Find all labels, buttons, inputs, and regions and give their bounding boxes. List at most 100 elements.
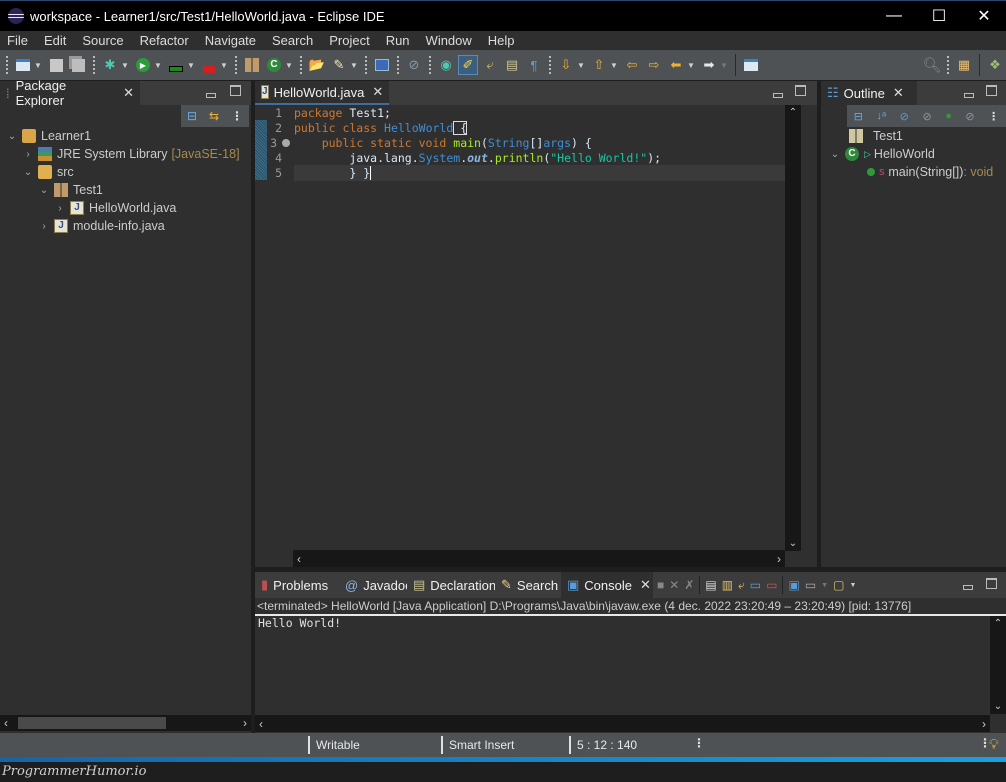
maximize-icon[interactable] [230,85,241,99]
menu-run[interactable]: Run [378,33,418,48]
new-class-dropdown-icon[interactable]: ▼ [285,61,293,70]
coverage-icon[interactable] [166,55,186,75]
link-with-editor-icon[interactable]: ⇆ [209,109,219,123]
debug-icon[interactable]: ✱ [100,55,120,75]
maximize-button[interactable]: ☐ [916,1,962,31]
hide-local-types-icon[interactable]: ⊘ [965,110,974,123]
close-icon[interactable]: ✕ [372,84,383,100]
console-output[interactable]: Hello World! [258,616,341,631]
menu-edit[interactable]: Edit [36,33,74,48]
editor-horizontal-scrollbar[interactable]: ‹ › [293,550,785,567]
outline-item-method[interactable]: S main(String[]) : void [867,163,993,181]
new-dropdown-icon[interactable]: ▼ [34,61,42,70]
last-edit-location-icon[interactable]: ⇦ [622,55,642,75]
run-dropdown-icon[interactable]: ▼ [154,61,162,70]
maximize-icon[interactable] [986,578,997,592]
scroll-right-icon[interactable]: › [243,716,247,730]
open-task-icon[interactable]: ✎ [329,55,349,75]
open-perspective-icon[interactable]: ◉ [436,55,456,75]
pin-editor-icon[interactable] [741,55,761,75]
next-annotation-icon[interactable]: ⇩ [556,55,576,75]
console-horizontal-scrollbar[interactable]: ‹ › [255,715,990,732]
run-icon[interactable]: ▶ [133,55,153,75]
minimize-icon[interactable] [773,89,783,101]
tab-javadoc[interactable]: @ Javadoc [339,572,412,598]
save-all-icon[interactable] [68,55,88,75]
minimize-icon[interactable] [206,89,216,101]
chevron-right-icon[interactable]: › [54,203,66,214]
chevron-right-icon[interactable]: › [38,221,50,232]
menu-refactor[interactable]: Refactor [132,33,197,48]
external-tools-dropdown-icon[interactable]: ▼ [220,61,228,70]
status-insert-mode[interactable]: Smart Insert [441,736,569,754]
console-icon[interactable] [372,55,392,75]
hide-static-icon[interactable]: ⊘ [922,110,931,123]
close-button[interactable]: ✕ [961,1,1006,31]
menu-navigate[interactable]: Navigate [197,33,264,48]
terminate-icon[interactable]: ■ [657,578,664,592]
tree-item-package[interactable]: ⌄ Test1 [38,181,103,199]
scroll-down-icon[interactable]: ⌄ [994,701,1002,712]
view-menu-icon[interactable]: ⋮ [231,109,243,123]
sort-icon[interactable]: ↓ᵃ [877,110,887,122]
scroll-left-icon[interactable]: ‹ [4,716,8,730]
view-menu-icon[interactable]: ⋮ [988,110,999,123]
save-icon[interactable] [46,55,66,75]
scrollbar-thumb[interactable] [18,717,166,729]
scroll-left-icon[interactable]: ‹ [259,717,263,731]
remove-launch-icon[interactable]: ✕ [669,578,679,592]
tab-package-explorer[interactable]: ⁞ Package Explorer ✕ [0,78,140,108]
tree-item-helloworld-java[interactable]: › J HelloWorld.java [54,199,176,217]
chevron-down-icon[interactable]: ⌄ [22,167,34,178]
show-on-stderr-icon[interactable]: ▭ [766,578,777,592]
tab-helloworld-java[interactable]: J HelloWorld.java ✕ [255,81,389,105]
code-line-3[interactable]: public static void main(String[]args) { [294,136,592,151]
tree-item-project[interactable]: ⌄ Learner1 [6,127,91,145]
external-tools-icon[interactable] [199,55,219,75]
tab-outline[interactable]: ☷ Outline ✕ [821,81,917,105]
debug-dropdown-icon[interactable]: ▼ [121,61,129,70]
collapse-all-icon[interactable]: ⊟ [187,109,197,123]
hide-non-public-icon[interactable]: ● [945,110,952,122]
minimize-icon[interactable] [963,581,973,593]
code-line-4[interactable]: java.lang.System.out.println("Hello Worl… [294,151,661,166]
hide-fields-icon[interactable]: ⊘ [900,110,909,123]
menu-source[interactable]: Source [74,33,131,48]
menu-window[interactable]: Window [418,33,480,48]
tab-problems[interactable]: ▮ Problems [255,572,339,598]
tab-search[interactable]: ✎ Search [495,572,561,598]
menu-project[interactable]: Project [321,33,377,48]
scroll-left-icon[interactable]: ‹ [297,552,301,566]
word-wrap-icon[interactable]: ⤶ [738,578,745,593]
tree-item-src[interactable]: ⌄ src [22,163,74,181]
close-icon[interactable]: ✕ [123,85,134,101]
search-icon[interactable]: 🔍︎ [922,55,942,75]
open-console-icon[interactable]: ▢ [833,578,844,592]
horizontal-scrollbar[interactable]: ‹ › [0,715,251,731]
open-perspective-icon[interactable]: ▦ [954,55,974,75]
new-class-icon[interactable]: C [264,55,284,75]
outline-item-class[interactable]: ⌄ C ▷ HelloWorld [829,145,935,163]
back-dropdown-icon[interactable]: ▼ [687,61,695,70]
code-line-1[interactable]: package Test1; [294,106,391,121]
remove-all-terminated-icon[interactable]: ✗ [684,578,694,592]
menu-help[interactable]: Help [480,33,523,48]
next-annotation-dropdown-icon[interactable]: ▼ [577,61,585,70]
chevron-down-icon[interactable]: ⌄ [6,131,18,142]
tree-item-module-info[interactable]: › J module-info.java [38,217,165,235]
open-type-icon[interactable]: 📂 [307,55,327,75]
close-icon[interactable]: ✕ [640,577,651,593]
display-console-dropdown-icon[interactable]: ▼ [821,582,828,589]
collapse-all-icon[interactable]: ⊟ [854,110,863,123]
next-edit-location-icon[interactable]: ⇨ [644,55,664,75]
skip-breakpoints-icon[interactable]: ⊘ [404,55,424,75]
tab-declaration[interactable]: ▤ Declaration [407,572,496,598]
open-console-dropdown-icon[interactable]: ▼ [849,582,856,589]
scroll-up-icon[interactable]: ⌃ [994,618,1002,629]
toggle-block-selection-icon[interactable]: ⤶ [480,55,500,75]
scroll-lock-icon[interactable]: ▥ [722,578,733,592]
tab-console[interactable]: ▣ Console ✕ [561,572,653,598]
close-icon[interactable]: ✕ [893,85,904,101]
scroll-right-icon[interactable]: › [777,552,781,566]
fold-collapse-icon[interactable] [282,139,290,147]
